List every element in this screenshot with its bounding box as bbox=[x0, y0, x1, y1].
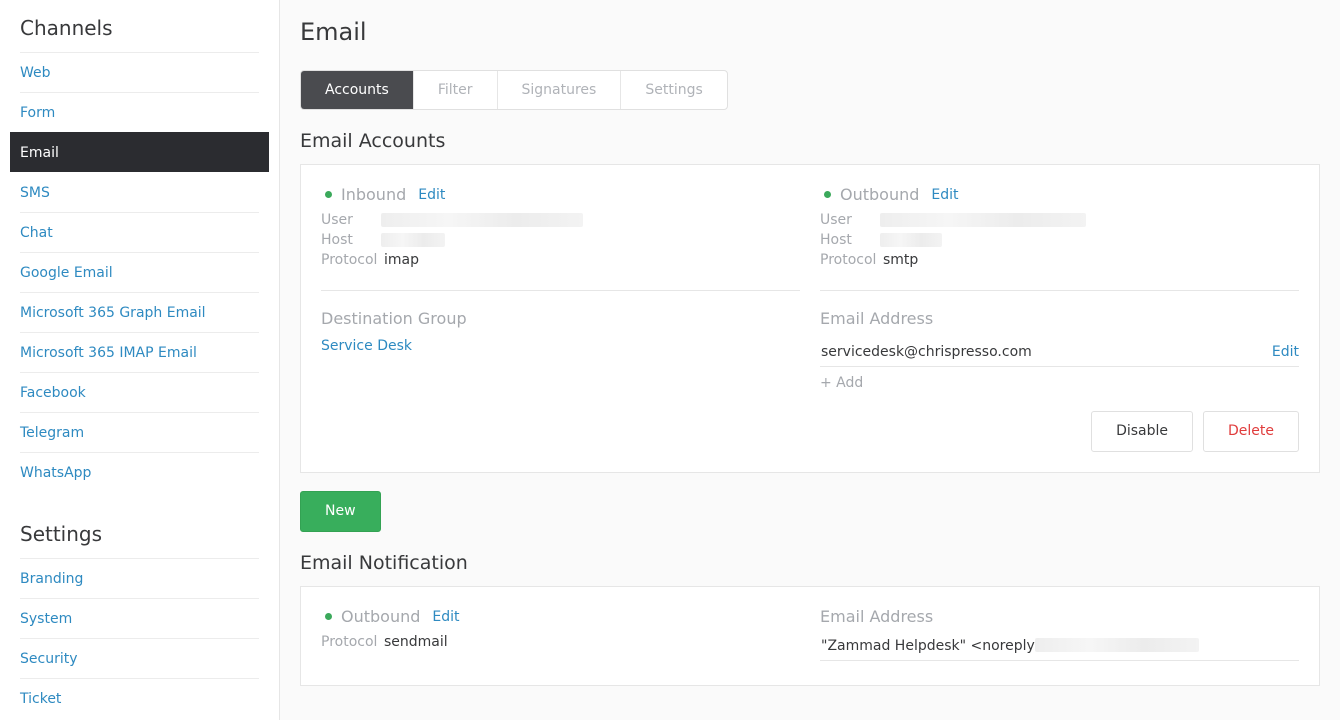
notification-protocol-key: Protocol bbox=[321, 634, 378, 650]
outbound-protocol-row: Protocol smtp bbox=[820, 250, 1299, 270]
tab-signatures[interactable]: Signatures bbox=[496, 71, 621, 109]
sidebar-item-chat[interactable]: Chat bbox=[20, 212, 259, 252]
main-content: Email Accounts Filter Signatures Setting… bbox=[280, 0, 1340, 720]
inbound-host-row: Host bbox=[321, 230, 800, 250]
notification-protocol-value: sendmail bbox=[384, 634, 448, 650]
notification-protocol-row: Protocol sendmail bbox=[321, 632, 800, 652]
inbound-header: Inbound Edit bbox=[321, 185, 800, 204]
channels-heading: Channels bbox=[20, 16, 113, 40]
status-dot-icon bbox=[325, 613, 332, 620]
notification-edit-link[interactable]: Edit bbox=[432, 609, 459, 625]
sidebar-item-form[interactable]: Form bbox=[20, 92, 259, 132]
email-notification-title: Email Notification bbox=[300, 552, 468, 574]
email-address-label: Email Address bbox=[820, 309, 934, 328]
status-dot-icon bbox=[325, 191, 332, 198]
outbound-host-value bbox=[880, 230, 942, 250]
add-email-address-link[interactable]: + Add bbox=[820, 375, 1299, 391]
email-address-value: servicedesk@chrispresso.com bbox=[821, 344, 1032, 360]
outbound-protocol-key: Protocol bbox=[820, 252, 877, 268]
inbound-column: Inbound Edit User Host Protocol imap Des… bbox=[321, 185, 800, 452]
email-address-row: servicedesk@chrispresso.com Edit bbox=[820, 338, 1299, 367]
sidebar-item-ms365-graph-email[interactable]: Microsoft 365 Graph Email bbox=[20, 292, 259, 332]
notification-address-value: "Zammad Helpdesk" <noreply bbox=[821, 638, 1035, 654]
outbound-edit-link[interactable]: Edit bbox=[931, 187, 958, 203]
destination-group-label: Destination Group bbox=[321, 309, 467, 328]
settings-heading: Settings bbox=[20, 522, 103, 546]
notification-address-column: Email Address "Zammad Helpdesk" <noreply bbox=[820, 607, 1299, 661]
tab-filter[interactable]: Filter bbox=[412, 71, 497, 109]
inbound-user-value bbox=[381, 210, 583, 230]
outbound-user-key: User bbox=[820, 212, 852, 228]
notification-email-address-label: Email Address bbox=[820, 607, 934, 626]
outbound-header: Outbound Edit bbox=[820, 185, 1299, 204]
tab-settings[interactable]: Settings bbox=[620, 71, 726, 109]
inbound-user-row: User bbox=[321, 210, 800, 230]
notification-outbound-column: Outbound Edit Protocol sendmail bbox=[321, 607, 800, 661]
delete-button[interactable]: Delete bbox=[1203, 411, 1299, 452]
email-account-card: Inbound Edit User Host Protocol imap Des… bbox=[300, 164, 1320, 473]
tab-bar: Accounts Filter Signatures Settings bbox=[300, 70, 728, 110]
disable-button[interactable]: Disable bbox=[1091, 411, 1193, 452]
email-notification-card: Outbound Edit Protocol sendmail Email Ad… bbox=[300, 586, 1320, 686]
inbound-label: Inbound bbox=[341, 185, 407, 204]
sidebar-item-system[interactable]: System bbox=[20, 598, 259, 638]
sidebar-item-google-email[interactable]: Google Email bbox=[20, 252, 259, 292]
redacted-block bbox=[1034, 638, 1199, 652]
notification-address-row: "Zammad Helpdesk" <noreply bbox=[820, 632, 1299, 661]
divider bbox=[820, 290, 1299, 291]
outbound-label: Outbound bbox=[840, 185, 920, 204]
email-accounts-title: Email Accounts bbox=[300, 130, 446, 152]
outbound-protocol-value: smtp bbox=[883, 252, 919, 268]
outbound-host-row: Host bbox=[820, 230, 1299, 250]
outbound-user-value bbox=[880, 210, 1086, 230]
inbound-protocol-value: imap bbox=[384, 252, 419, 268]
inbound-user-key: User bbox=[321, 212, 353, 228]
status-dot-icon bbox=[824, 191, 831, 198]
inbound-host-key: Host bbox=[321, 232, 353, 248]
sidebar-item-ticket[interactable]: Ticket bbox=[20, 678, 259, 718]
sidebar-item-facebook[interactable]: Facebook bbox=[20, 372, 259, 412]
sidebar-item-email[interactable]: Email bbox=[10, 132, 269, 172]
outbound-column: Outbound Edit User Host Protocol smtp Em… bbox=[820, 185, 1299, 452]
sidebar-item-branding[interactable]: Branding bbox=[20, 558, 259, 598]
sidebar-item-sms[interactable]: SMS bbox=[20, 172, 259, 212]
sidebar-item-security[interactable]: Security bbox=[20, 638, 259, 678]
divider bbox=[321, 290, 800, 291]
outbound-host-key: Host bbox=[820, 232, 852, 248]
page-title: Email bbox=[300, 18, 367, 46]
sidebar-item-telegram[interactable]: Telegram bbox=[20, 412, 259, 452]
new-row: New bbox=[300, 491, 1320, 532]
sidebar-item-whatsapp[interactable]: WhatsApp bbox=[20, 452, 259, 492]
inbound-protocol-row: Protocol imap bbox=[321, 250, 800, 270]
notification-outbound-header: Outbound Edit bbox=[321, 607, 800, 626]
sidebar-item-ms365-imap-email[interactable]: Microsoft 365 IMAP Email bbox=[20, 332, 259, 372]
inbound-protocol-key: Protocol bbox=[321, 252, 378, 268]
outbound-user-row: User bbox=[820, 210, 1299, 230]
notification-outbound-label: Outbound bbox=[341, 607, 421, 626]
sidebar: Channels Web Form Email SMS Chat Google … bbox=[0, 0, 280, 720]
destination-group-link[interactable]: Service Desk bbox=[321, 338, 412, 354]
app: Channels Web Form Email SMS Chat Google … bbox=[0, 0, 1340, 720]
sidebar-item-web[interactable]: Web bbox=[20, 52, 259, 92]
email-address-edit-link[interactable]: Edit bbox=[1272, 344, 1299, 360]
inbound-edit-link[interactable]: Edit bbox=[418, 187, 445, 203]
account-actions: Disable Delete bbox=[820, 411, 1299, 452]
inbound-host-value bbox=[381, 230, 445, 250]
new-account-button[interactable]: New bbox=[300, 491, 381, 532]
tab-accounts[interactable]: Accounts bbox=[301, 71, 413, 109]
